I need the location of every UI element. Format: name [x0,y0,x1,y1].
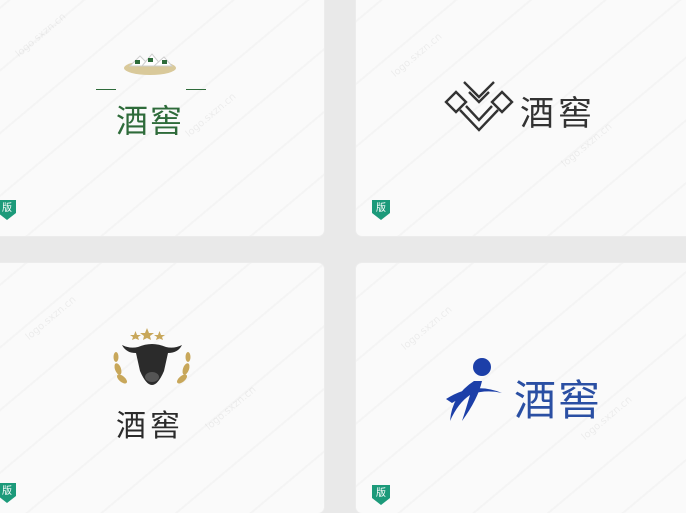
letter-i-swirl-icon [446,358,502,421]
divider-line [186,89,206,90]
bull-head-laurel-icon [113,328,191,385]
logo-card-4[interactable]: logo.sxzn.cn logo.sxzn.cn 酒窖 版 [356,263,686,513]
watermark-text: logo.sxzn.cn [183,91,239,140]
watermark-text: logo.sxzn.cn [389,31,445,80]
watermark-text: logo.sxzn.cn [13,11,69,60]
rice-dumpling-icon [124,53,176,75]
watermark-text: logo.sxzn.cn [399,304,455,353]
geometric-diamond-icon [444,81,514,132]
copyright-badge: 版 [0,200,16,220]
logo-card-2[interactable]: logo.sxzn.cn logo.sxzn.cn 酒窖 版 [356,0,686,236]
copyright-badge: 版 [0,483,16,503]
copyright-badge: 版 [372,200,390,220]
divider-line [96,89,116,90]
logo-wordmark: 酒窖 [520,94,596,134]
logo-wordmark: 酒窖 [116,102,185,140]
logo-wordmark: 酒窖 [514,376,603,425]
logo-card-3[interactable]: logo.sxzn.cn logo.sxzn.cn 酒窖 版 [0,263,324,513]
logo-wordmark: 酒窖 [116,409,184,444]
watermark-text: logo.sxzn.cn [23,294,79,343]
watermark-text: logo.sxzn.cn [203,384,259,433]
logo-card-1[interactable]: logo.sxzn.cn logo.sxzn.cn 酒窖 版 [0,0,324,236]
copyright-badge: 版 [372,485,390,505]
